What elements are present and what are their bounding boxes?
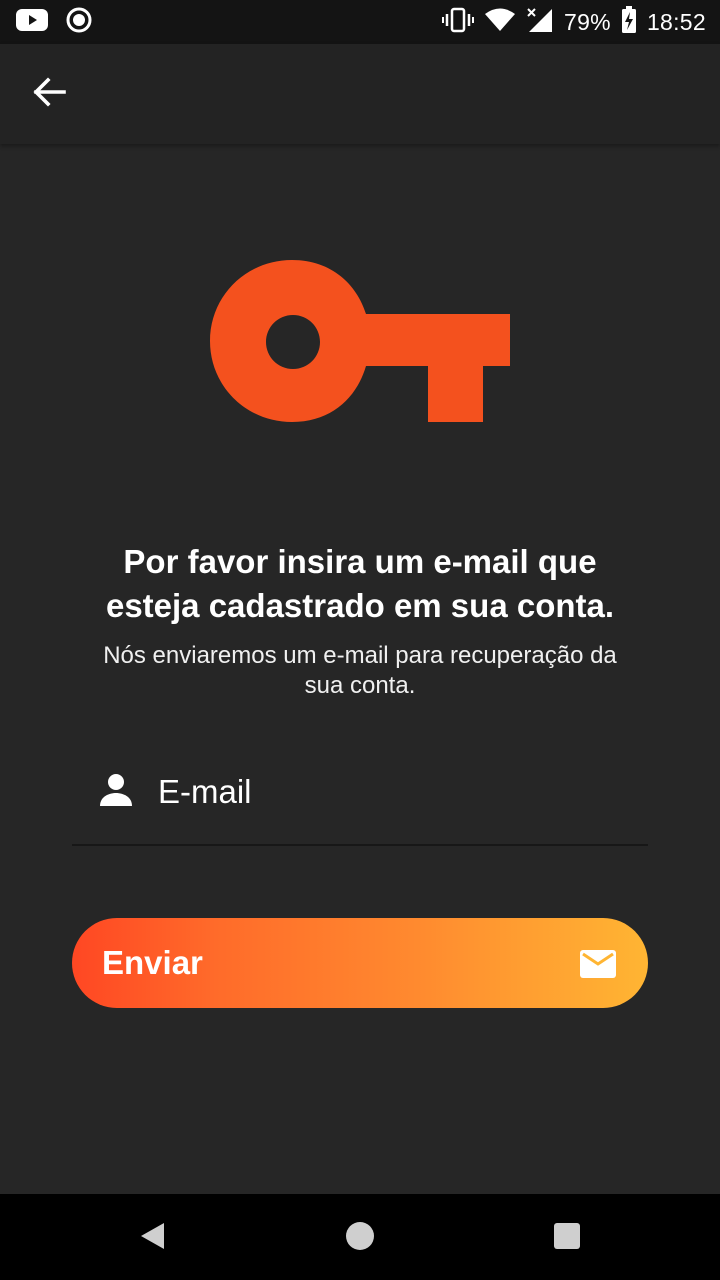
vibrate-icon	[442, 7, 474, 38]
recents-square-icon	[553, 1222, 581, 1255]
home-circle-icon	[345, 1221, 375, 1256]
mail-icon	[580, 950, 616, 978]
app-bar	[0, 44, 720, 144]
send-button-label: Enviar	[102, 944, 203, 981]
clock-time: 18:52	[646, 8, 706, 35]
subtitle-line-2: sua conta.	[304, 672, 416, 699]
record-icon	[66, 7, 92, 38]
nav-recents-button[interactable]	[543, 1214, 591, 1262]
page-subtitle: Nós enviaremos um e-mail para recuperaçã…	[70, 641, 650, 701]
navigation-bar	[0, 1194, 720, 1280]
subtitle-line-1: Nós enviaremos um e-mail para recuperaçã…	[103, 642, 617, 669]
send-button[interactable]: Enviar	[72, 918, 648, 1008]
battery-percentage: 79%	[564, 8, 611, 35]
title-line-1: Por favor insira um e-mail que	[123, 543, 597, 580]
back-button[interactable]	[22, 68, 78, 120]
email-field[interactable]	[72, 760, 648, 846]
key-icon	[210, 260, 512, 426]
title-line-2: esteja cadastrado em sua conta.	[105, 587, 615, 624]
signal-icon	[526, 7, 554, 38]
nav-back-button[interactable]	[128, 1214, 176, 1262]
page-title: Por favor insira um e-mail que esteja ca…	[40, 540, 680, 628]
email-input[interactable]	[158, 768, 618, 816]
nav-home-button[interactable]	[336, 1214, 384, 1262]
back-triangle-icon	[138, 1221, 166, 1256]
youtube-icon	[16, 8, 48, 37]
wifi-icon	[484, 7, 516, 38]
battery-charging-icon	[621, 5, 637, 39]
arrow-back-icon	[33, 76, 67, 112]
person-icon	[98, 772, 134, 808]
status-bar: 79% 18:52	[0, 0, 720, 44]
